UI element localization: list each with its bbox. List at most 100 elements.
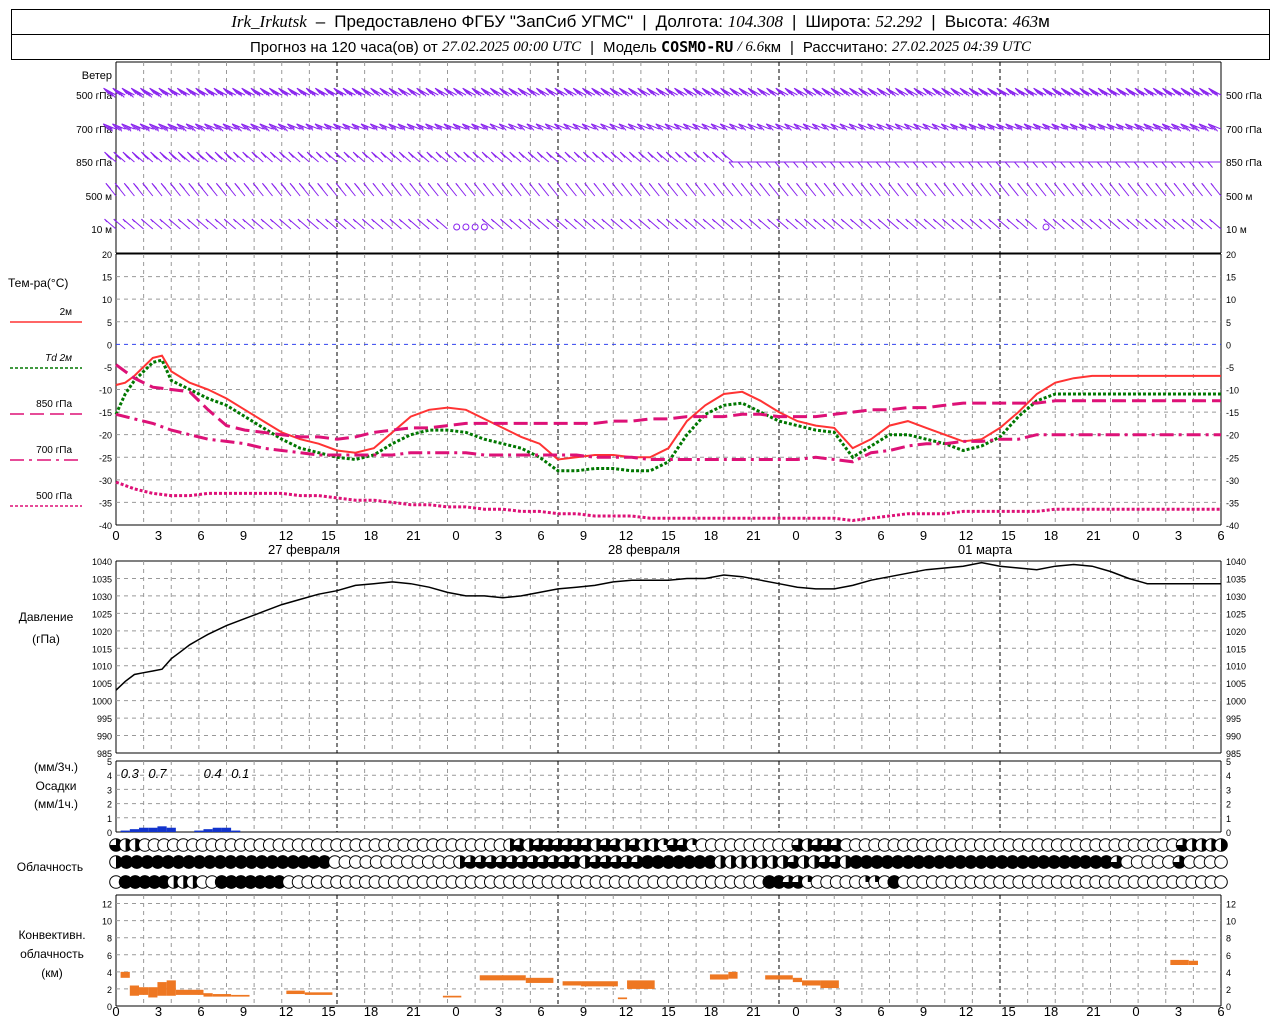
wind-barb xyxy=(1117,218,1130,230)
wind-barb xyxy=(215,182,227,197)
wind-barb-feather xyxy=(225,153,232,160)
wind-barb-feather xyxy=(1035,182,1039,187)
wind-barb xyxy=(325,151,338,163)
wind-barb xyxy=(621,182,633,197)
convective-cloud-bar xyxy=(212,994,232,997)
temperature-legend-label: 700 гПа xyxy=(36,445,72,456)
wind-barb xyxy=(915,182,927,197)
wind-barb xyxy=(823,182,835,197)
convective-cloud-bar xyxy=(709,974,729,980)
precip-label-1h: (мм/1ч.) xyxy=(34,797,78,811)
wind-barb xyxy=(676,182,688,197)
wind-barb-feather xyxy=(759,182,763,187)
temperature-ytick-left: -20 xyxy=(99,431,112,441)
wind-barb xyxy=(159,218,172,230)
precip-ytick-left: 1 xyxy=(107,814,112,824)
wind-barb-feather xyxy=(875,161,882,168)
wind-barb xyxy=(122,218,135,230)
wind-barb xyxy=(704,182,715,197)
precip-bar xyxy=(203,829,213,832)
precip-3h-total-label: 0.3 xyxy=(121,766,140,781)
wind-barb-feather xyxy=(143,153,149,160)
wind-barb-feather xyxy=(1050,161,1057,168)
wind-barb xyxy=(619,151,632,163)
wind-barb-feather xyxy=(262,182,268,190)
wind-barb xyxy=(1089,218,1102,230)
wind-barb xyxy=(205,151,218,163)
pressure-ytick-left: 1035 xyxy=(92,574,112,584)
wind-barb xyxy=(573,151,586,163)
wind-barb xyxy=(389,218,402,230)
wind-barb xyxy=(179,182,191,197)
temperature-xtick-label: 12 xyxy=(279,528,293,543)
wind-barb xyxy=(794,218,807,230)
wind-barb-feather xyxy=(152,153,158,160)
precip-ytick-left: 5 xyxy=(107,757,112,767)
wind-barb-feather xyxy=(783,161,790,168)
convective-ytick-left: 12 xyxy=(102,900,112,910)
wind-barb xyxy=(1136,182,1148,197)
wind-barb-feather xyxy=(885,161,891,168)
temperature-ytick-left: 0 xyxy=(107,340,112,350)
wind-barb-feather xyxy=(1087,161,1094,168)
wind-barb xyxy=(150,218,163,230)
wind-barb xyxy=(252,182,264,197)
temperature-xtick-label: 9 xyxy=(580,528,587,543)
wind-barb-feather xyxy=(989,182,993,187)
wind-barb xyxy=(1127,182,1139,197)
wind-barb-feather xyxy=(986,161,992,168)
wind-barb xyxy=(205,218,218,230)
convective-ytick-left: 0 xyxy=(107,1002,112,1012)
wind-barb-feather xyxy=(454,151,460,159)
wind-barb xyxy=(777,182,789,197)
temperature-xtick-label: 12 xyxy=(959,528,973,543)
precip-ytick-left: 3 xyxy=(107,785,112,795)
wind-barb xyxy=(1099,182,1111,197)
temperature-ytick-left: -35 xyxy=(99,498,112,508)
wind-barb xyxy=(610,218,623,230)
pressure-ytick-left: 1030 xyxy=(92,592,112,602)
temperature-xtick-label: 9 xyxy=(240,528,247,543)
temperature-xtick-label: 0 xyxy=(112,528,119,543)
temperature-ytick-right: 20 xyxy=(1226,250,1236,260)
wind-barb xyxy=(113,218,126,230)
wind-barb xyxy=(279,151,292,163)
wind-barb xyxy=(998,182,1010,197)
temperature-ytick-left: 10 xyxy=(102,295,112,305)
wind-barb xyxy=(288,151,301,163)
wind-barb-feather xyxy=(685,182,689,187)
wind-barb-feather xyxy=(1179,161,1186,168)
wind-barb xyxy=(1053,182,1065,197)
wind-barb xyxy=(141,218,154,230)
wind-barb xyxy=(850,218,863,230)
precip-bar xyxy=(139,827,149,832)
wind-barb-feather xyxy=(921,161,928,168)
wind-barb-feather xyxy=(1023,161,1029,168)
wind-barb-feather xyxy=(713,182,717,187)
wind-barb-feather xyxy=(1100,182,1104,187)
wind-barb xyxy=(536,218,550,230)
wind-barb xyxy=(665,218,679,230)
precip-bar xyxy=(221,827,232,832)
wind-barb xyxy=(269,218,283,230)
pressure-ytick-right: 1005 xyxy=(1226,679,1246,689)
wind-barb-feather xyxy=(961,182,966,187)
wind-barb-feather xyxy=(786,182,791,187)
convective-label-unit: (км) xyxy=(41,966,63,980)
wind-barb xyxy=(1071,218,1084,230)
wind-barb-feather xyxy=(463,151,469,159)
wind-barb-feather xyxy=(134,185,139,189)
cloud-cover-symbol xyxy=(1214,875,1228,889)
temperature-legend-label: 500 гПа xyxy=(36,491,72,502)
wind-barb xyxy=(492,182,504,197)
temperature-ytick-right: 5 xyxy=(1226,318,1231,328)
pressure-panel-unit: (гПа) xyxy=(32,632,60,646)
wind-barb xyxy=(638,151,651,163)
wind-barb xyxy=(454,151,467,163)
wind-barb xyxy=(390,182,402,197)
wind-barb xyxy=(564,218,577,230)
wind-barb xyxy=(380,218,393,230)
convective-label-2: облачность xyxy=(20,947,84,961)
wind-level-label-right: 500 м xyxy=(1226,192,1252,203)
wind-barb-feather xyxy=(980,182,984,187)
